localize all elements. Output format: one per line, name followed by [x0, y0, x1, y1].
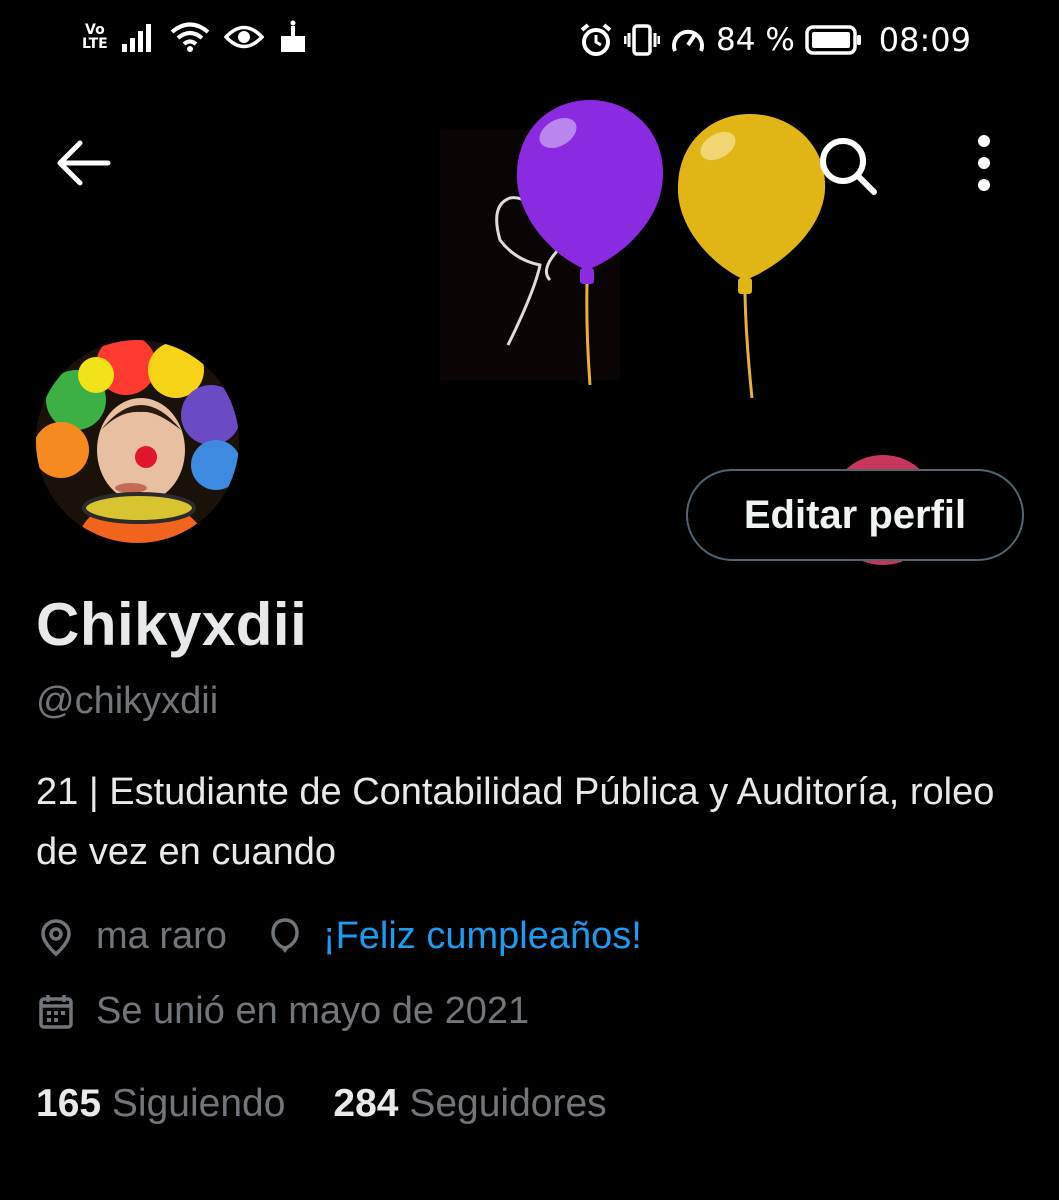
location-pin-icon — [41, 918, 71, 956]
battery-percent: 84 % — [716, 22, 795, 58]
username-handle: @chikyxdii — [36, 680, 219, 722]
avatar[interactable] — [36, 340, 239, 543]
calendar-icon — [39, 994, 73, 1029]
followers-link[interactable]: 284 Seguidores — [333, 1082, 606, 1126]
signal-icon — [121, 24, 151, 52]
location-text: ma raro — [96, 915, 227, 957]
yellow-balloon — [677, 114, 826, 399]
birthday-cake-icon — [280, 20, 305, 52]
follow-stats: 165 Siguiendo 284 Seguidores — [36, 1082, 607, 1126]
display-name: Chikyxdii — [36, 591, 308, 658]
status-bar: Vo LTE 84 % 08:09 — [0, 0, 1059, 80]
data-saver-icon — [672, 29, 704, 52]
arrow-left-icon — [57, 140, 111, 186]
more-options-button[interactable] — [962, 130, 1006, 200]
vibrate-icon — [624, 24, 661, 56]
header-banner-image — [440, 100, 826, 399]
following-count: 165 — [36, 1082, 102, 1125]
search-icon — [820, 138, 877, 195]
edit-profile-button[interactable]: Editar perfil — [686, 469, 1024, 561]
following-link[interactable]: 165 Siguiendo — [36, 1082, 285, 1126]
back-button[interactable] — [52, 132, 114, 194]
status-bar-left: Vo LTE — [82, 20, 308, 54]
volte-bottom: LTE — [82, 36, 108, 52]
balloon-icon — [271, 917, 299, 953]
battery-icon — [805, 25, 861, 55]
clock: 08:09 — [878, 21, 971, 59]
search-button[interactable] — [812, 130, 882, 200]
wifi-icon — [170, 22, 209, 52]
bio: 21 | Estudiante de Contabilidad Pública … — [36, 771, 995, 873]
more-vertical-icon — [978, 135, 990, 191]
alarm-icon — [580, 23, 612, 56]
profile-meta-row: ma raro ¡Feliz cumpleaños! — [36, 915, 642, 958]
followers-count: 284 — [333, 1082, 399, 1125]
followers-label: Seguidores — [409, 1082, 607, 1125]
avatar-image — [36, 340, 239, 543]
status-bar-right: 84 % 08:09 — [578, 20, 971, 60]
joined-date: Se unió en mayo de 2021 — [96, 990, 530, 1032]
profile-joined-row: Se unió en mayo de 2021 — [36, 990, 529, 1033]
volte-indicator: Vo LTE — [82, 23, 108, 51]
birthday-link[interactable]: ¡Feliz cumpleaños! — [323, 915, 642, 958]
eye-comfort-icon — [223, 25, 264, 49]
following-label: Siguiendo — [111, 1082, 286, 1125]
volte-top: Vo — [85, 22, 105, 38]
